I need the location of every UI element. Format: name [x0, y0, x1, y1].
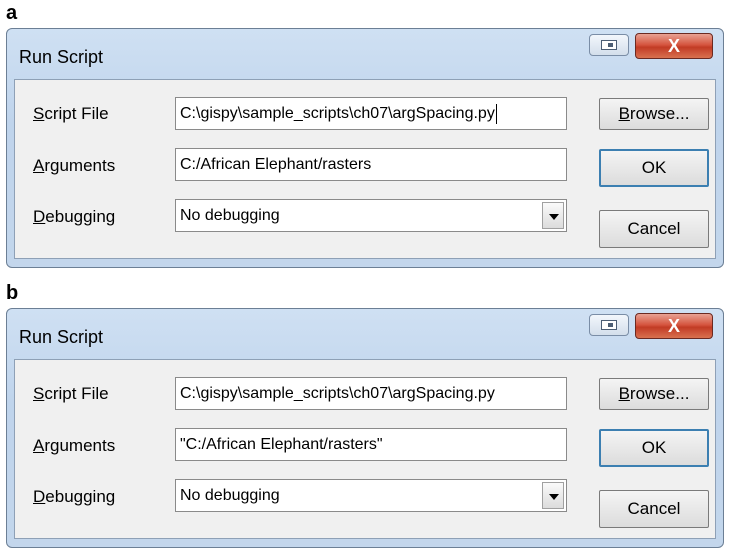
restore-button[interactable]	[589, 34, 629, 56]
text-caret	[495, 103, 497, 124]
cancel-button[interactable]: Cancel	[599, 490, 709, 528]
chevron-down-icon[interactable]	[542, 482, 564, 509]
browse-button[interactable]: Browse...	[599, 98, 709, 130]
script-file-input[interactable]: C:\gispy\sample_scripts\ch07\argSpacing.…	[175, 97, 567, 130]
chevron-down-icon[interactable]	[542, 202, 564, 229]
dialog-title: Run Script	[19, 327, 104, 347]
run-script-dialog-b: Run Script X Script File C:\gispy\sample…	[6, 308, 724, 548]
close-icon: X	[667, 36, 680, 56]
restore-window-icon	[601, 320, 617, 330]
run-script-dialog-a: Run Script X Script File C:\gispy\sample…	[6, 28, 724, 268]
browse-button[interactable]: Browse...	[599, 378, 709, 410]
arguments-label: Arguments	[33, 156, 116, 175]
close-button[interactable]: X	[635, 33, 713, 59]
cancel-button[interactable]: Cancel	[599, 210, 709, 248]
close-icon: X	[667, 316, 680, 336]
dialog-client-area: Script File C:\gispy\sample_scripts\ch07…	[14, 359, 716, 539]
script-file-label: Script File	[33, 104, 109, 123]
script-file-input[interactable]: C:\gispy\sample_scripts\ch07\argSpacing.…	[175, 377, 567, 410]
panel-label-a: a	[6, 2, 18, 24]
arguments-input[interactable]: "C:/African Elephant/rasters"	[175, 428, 567, 461]
ok-button[interactable]: OK	[599, 429, 709, 467]
dialog-client-area: Script File C:\gispy\sample_scripts\ch07…	[14, 79, 716, 259]
debugging-label: Debugging	[33, 487, 116, 506]
arguments-label: Arguments	[33, 436, 116, 455]
restore-button[interactable]	[589, 314, 629, 336]
debugging-select[interactable]: No debugging	[175, 479, 567, 512]
close-button[interactable]: X	[635, 313, 713, 339]
ok-button[interactable]: OK	[599, 149, 709, 187]
dialog-title: Run Script	[19, 47, 104, 67]
arguments-input[interactable]: C:/African Elephant/rasters	[175, 148, 567, 181]
script-file-label: Script File	[33, 384, 109, 403]
panel-label-b: b	[6, 282, 19, 304]
debugging-label: Debugging	[33, 207, 116, 226]
restore-window-icon	[601, 40, 617, 50]
debugging-select[interactable]: No debugging	[175, 199, 567, 232]
